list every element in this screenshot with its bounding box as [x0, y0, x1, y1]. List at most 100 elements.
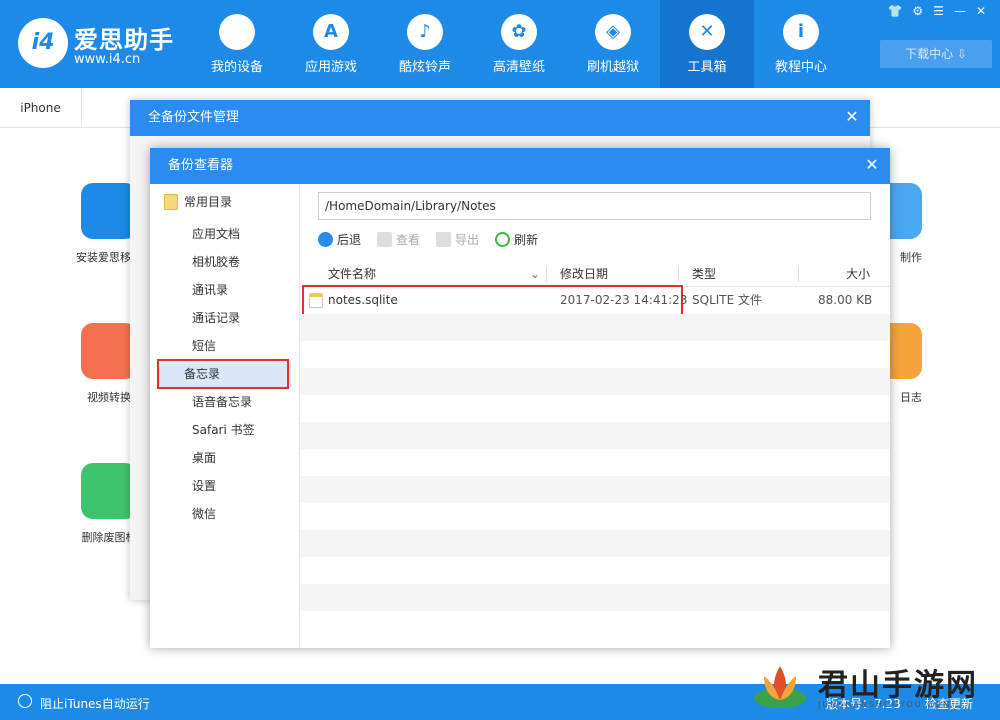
sidebar-item-settings[interactable]: 设置: [158, 472, 291, 500]
column-divider: [678, 266, 679, 282]
export-icon: [436, 231, 452, 247]
sidebar-item-voice-memos[interactable]: 语音备忘录: [158, 388, 291, 416]
file-type: SQLITE 文件: [692, 293, 763, 307]
sidebar-item-safari-bookmarks[interactable]: Safari 书签: [158, 416, 291, 444]
nav-ringtones[interactable]: ♪ 酷炫铃声: [378, 0, 472, 88]
info-icon: i: [783, 14, 819, 50]
watermark-subtext: JUNSHANSHOUYOU.COM: [818, 700, 952, 709]
empty-row: [300, 422, 890, 449]
sidebar-item-label: 相机胶卷: [192, 255, 241, 269]
download-center-button[interactable]: 下载中心 ⇩: [880, 40, 992, 68]
nav-tutorials[interactable]: i 教程中心: [754, 0, 848, 88]
empty-row: [300, 449, 890, 476]
col-header-size[interactable]: 大小: [846, 261, 870, 287]
sidebar-item-label: 短信: [192, 339, 217, 353]
back-button[interactable]: 后退: [318, 228, 361, 250]
sidebar-item-label: 应用文档: [192, 227, 241, 241]
bell-icon: ♪: [407, 14, 443, 50]
sidebar-item-label: 设置: [192, 479, 217, 493]
dialog-title: 全备份文件管理: [148, 110, 240, 125]
sidebar-item-messages[interactable]: 短信: [158, 332, 291, 360]
view-button[interactable]: 查看: [377, 228, 420, 250]
dialog-title: 备份查看器: [168, 158, 234, 173]
sidebar-item-camera-roll[interactable]: 相机胶卷: [158, 248, 291, 276]
col-header-name[interactable]: 文件名称: [328, 261, 376, 287]
nav-label: 酷炫铃声: [398, 60, 451, 75]
path-input[interactable]: /HomeDomain/Library/Notes: [318, 192, 871, 220]
sidebar-item-label: 通讯录: [192, 283, 229, 297]
empty-row: [300, 341, 890, 368]
nav-label: 我的设备: [210, 60, 263, 75]
dialog-title-bar: 备份查看器 ✕: [150, 148, 890, 184]
empty-row: [300, 368, 890, 395]
file-modified: 2017-02-23 14:41:23: [560, 293, 688, 307]
notes-file-icon: [309, 293, 323, 308]
main-nav: 我的设备 A 应用游戏 ♪ 酷炫铃声 ✿ 高清壁纸 ◈ 刷机越狱 ✕ 工具箱 i…: [190, 0, 848, 88]
itunes-block-checkbox[interactable]: [18, 694, 32, 708]
sidebar-header[interactable]: 常用目录: [150, 184, 299, 220]
nav-toolbox[interactable]: ✕ 工具箱: [660, 0, 754, 88]
tab-iphone[interactable]: iPhone: [0, 88, 82, 128]
sidebar-item-contacts[interactable]: 通讯录: [158, 276, 291, 304]
play-icon: [81, 323, 137, 379]
empty-row: [300, 557, 890, 584]
file-table-body: notes.sqlite 2017-02-23 14:41:23 SQLITE …: [300, 285, 890, 638]
empty-row: [300, 530, 890, 557]
export-label: 导出: [455, 232, 480, 247]
nav-flash-jailbreak[interactable]: ◈ 刷机越狱: [566, 0, 660, 88]
sidebar-item-notes[interactable]: 备忘录: [157, 359, 291, 389]
site-watermark: 君山手游网 JUNSHANSHOUYOU.COM: [750, 658, 995, 718]
sidebar-header-label: 常用目录: [184, 195, 233, 209]
brand-url: www.i4.cn: [74, 52, 141, 67]
directory-sidebar: 常用目录 应用文档 相机胶卷 通讯录 通话记录 短信 备忘录 语音备忘录 Saf…: [150, 184, 300, 648]
sidebar-item-label: 桌面: [192, 451, 217, 465]
app-logo: i4: [18, 18, 68, 68]
skin-icon[interactable]: 👕: [887, 4, 902, 18]
column-divider: [546, 266, 547, 282]
nav-my-device[interactable]: 我的设备: [190, 0, 284, 88]
settings-icon[interactable]: ⚙: [912, 4, 923, 18]
col-header-type[interactable]: 类型: [692, 261, 716, 287]
view-icon: [377, 231, 393, 247]
menu-icon[interactable]: ☰: [933, 4, 944, 18]
refresh-button[interactable]: 刷新: [495, 228, 538, 250]
chevron-down-icon[interactable]: ⌄: [530, 261, 540, 287]
sidebar-item-call-history[interactable]: 通话记录: [158, 304, 291, 332]
minimize-icon[interactable]: —: [954, 4, 966, 18]
sidebar-item-wechat[interactable]: 微信: [158, 500, 291, 528]
close-icon[interactable]: ✕: [862, 148, 882, 184]
back-label: 后退: [337, 232, 362, 247]
backup-viewer-dialog: 备份查看器 ✕ 常用目录 应用文档 相机胶卷 通讯录 通话记录 短信 备忘录 语…: [150, 148, 890, 648]
col-header-modified[interactable]: 修改日期: [560, 261, 608, 287]
close-icon[interactable]: ✕: [976, 4, 986, 18]
sidebar-item-label: 语音备忘录: [192, 395, 253, 409]
sidebar-item-desktop[interactable]: 桌面: [158, 444, 291, 472]
file-name: notes.sqlite: [328, 293, 398, 307]
nav-label: 刷机越狱: [586, 60, 639, 75]
brand-name: 爱思助手: [74, 26, 174, 54]
file-table-header: 文件名称 ⌄ 修改日期 类型 大小: [300, 261, 890, 287]
view-label: 查看: [396, 232, 421, 247]
itunes-block-label[interactable]: 阻止iTunes自动运行: [40, 695, 150, 712]
empty-row: [300, 395, 890, 422]
back-arrow-icon: [318, 231, 333, 247]
empty-row: [300, 503, 890, 530]
nav-label: 教程中心: [774, 60, 827, 75]
empty-row: [300, 476, 890, 503]
refresh-icon: [495, 231, 511, 247]
close-icon[interactable]: ✕: [842, 100, 862, 136]
selection-highlight: [157, 359, 289, 389]
file-pane: /HomeDomain/Library/Notes 后退 查看 导出 刷新 文件…: [300, 184, 890, 648]
pie-icon: [81, 463, 137, 519]
table-row[interactable]: notes.sqlite 2017-02-23 14:41:23 SQLITE …: [300, 285, 890, 317]
appstore-icon: A: [313, 14, 349, 50]
nav-apps-games[interactable]: A 应用游戏: [284, 0, 378, 88]
empty-row: [300, 611, 890, 638]
export-button[interactable]: 导出: [436, 228, 479, 250]
nav-label: 高清壁纸: [492, 60, 545, 75]
tools-icon: ✕: [689, 14, 725, 50]
watermark-text: 君山手游网: [818, 668, 978, 703]
sidebar-item-app-docs[interactable]: 应用文档: [158, 220, 291, 248]
nav-wallpapers[interactable]: ✿ 高清壁纸: [472, 0, 566, 88]
nav-label: 应用游戏: [304, 60, 357, 75]
